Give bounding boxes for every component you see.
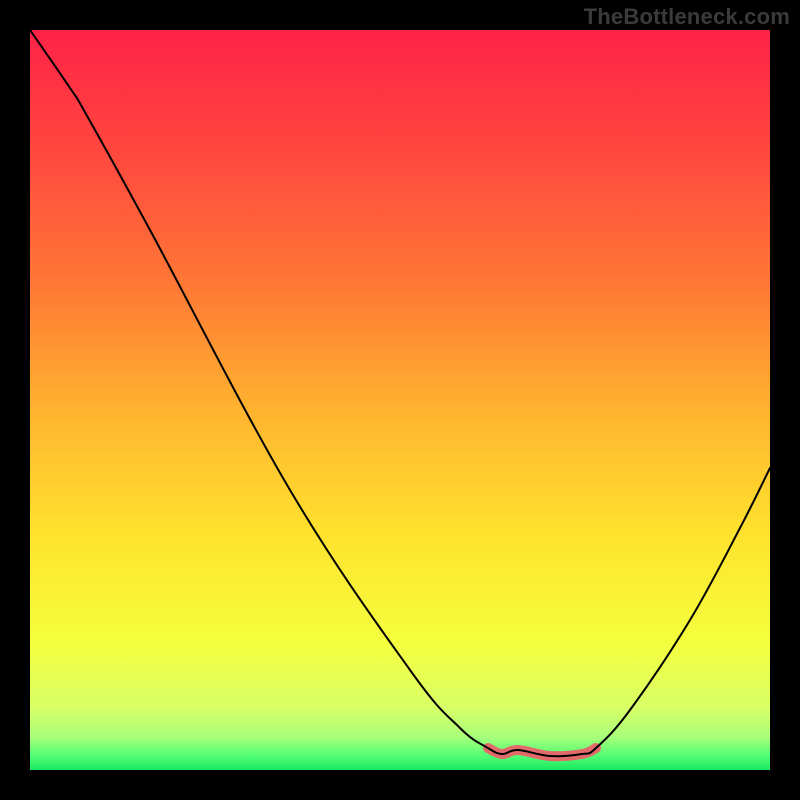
chart-svg — [30, 30, 770, 770]
gradient-background — [30, 30, 770, 770]
watermark-text: TheBottleneck.com — [584, 4, 790, 30]
plot-area — [30, 30, 770, 770]
chart-frame: TheBottleneck.com — [0, 0, 800, 800]
